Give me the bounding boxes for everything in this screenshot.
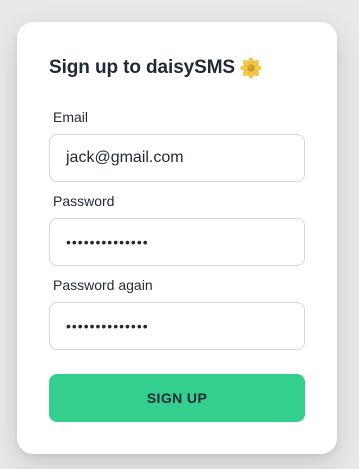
password-again-label: Password again bbox=[53, 277, 153, 293]
email-label: Email bbox=[53, 109, 89, 125]
email-field[interactable] bbox=[49, 134, 305, 182]
password-field[interactable] bbox=[49, 218, 305, 266]
signup-card: Sign up to daisySMS Email Password bbox=[17, 22, 337, 454]
password-again-field[interactable] bbox=[49, 302, 305, 350]
page-title: Sign up to daisySMS bbox=[49, 57, 262, 79]
title-text: Sign up to daisySMS bbox=[49, 57, 236, 78]
password-label: Password bbox=[53, 193, 115, 209]
daisy-flower-icon bbox=[240, 57, 262, 79]
sign-up-button[interactable]: SIGN UP bbox=[49, 374, 305, 422]
